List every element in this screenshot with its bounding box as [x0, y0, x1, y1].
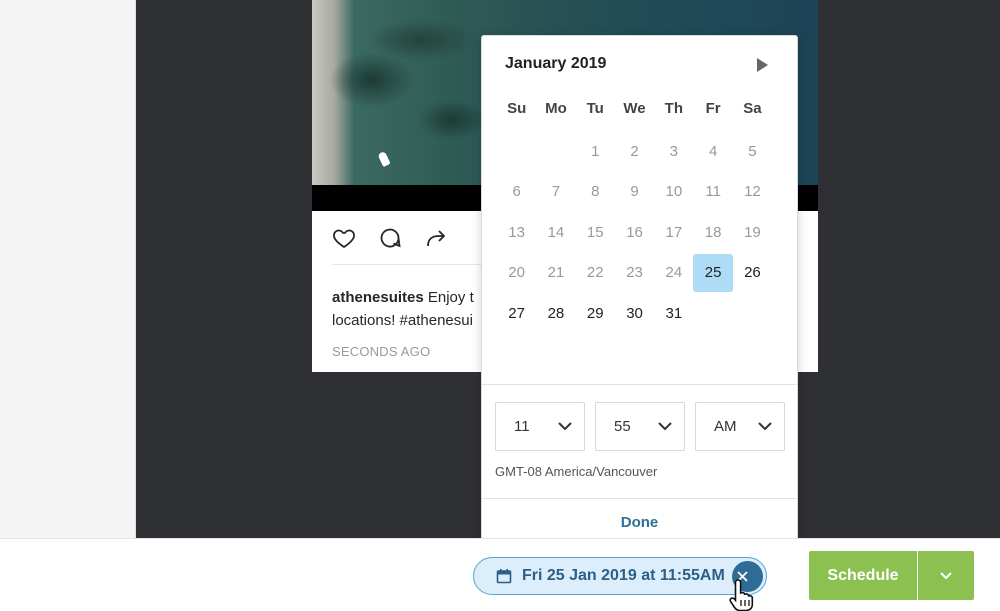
day-cell: 12	[744, 183, 761, 201]
picker-divider	[482, 498, 797, 499]
post-caption-line1: Enjoy t	[427, 289, 474, 306]
comment-icon[interactable]	[378, 226, 402, 255]
weekday-label: Mo	[545, 100, 567, 117]
day-cell: 11	[705, 183, 721, 201]
scheduled-date-chip[interactable]: Fri 25 Jan 2019 at 11:55AM	[473, 557, 767, 595]
hand-cursor-icon	[729, 579, 754, 611]
day-cell: 6	[512, 183, 521, 201]
weekday-label: We	[623, 100, 646, 117]
day-cell[interactable]: 30	[615, 293, 654, 334]
day-cell: 22	[586, 264, 604, 282]
ampm-value: AM	[714, 418, 737, 435]
post-username[interactable]: athenesuites	[332, 289, 424, 306]
post-actions	[332, 226, 448, 255]
left-panel	[0, 0, 136, 538]
heart-icon[interactable]	[332, 226, 356, 255]
picker-month-label: January 2019	[505, 55, 607, 72]
day-cell: 4	[708, 142, 718, 160]
weekday-header: Su Mo Tu We Th Fr Sa	[497, 100, 772, 117]
day-grid: 1 2 3 4 5 6 7 8 9 10 11 12 13 14 15 16 17 18 19 20 21 22 23 24 2…	[497, 131, 772, 334]
date-picker: January 2019 Su Mo Tu We Th Fr Sa 1 2 3 4 5 6 7 8 9 10 1…	[481, 35, 798, 548]
day-cell[interactable]: 31	[654, 293, 693, 334]
minute-value: 55	[614, 418, 631, 435]
day-cell: 2	[630, 142, 639, 160]
day-cell: 18	[704, 223, 722, 241]
post-caption: athenesuites Enjoy t locations! #athenes…	[332, 286, 492, 332]
hour-select[interactable]: 11	[495, 402, 585, 451]
weekday-label: Tu	[586, 100, 604, 117]
day-cell: 9	[630, 183, 639, 201]
chevron-down-icon	[758, 422, 772, 431]
share-icon[interactable]	[424, 226, 448, 255]
weekday-label: Th	[664, 100, 683, 117]
day-cell: 14	[547, 223, 565, 241]
day-cell[interactable]: 25	[693, 253, 733, 292]
day-cell[interactable]: 27	[497, 293, 536, 334]
done-button[interactable]: Done	[482, 514, 797, 531]
day-cell: 20	[508, 264, 525, 282]
weekday-label: Sa	[743, 100, 762, 117]
time-selects: 11 55 AM	[495, 402, 785, 451]
chevron-down-icon	[940, 571, 952, 579]
day-cell: 24	[665, 264, 683, 282]
day-cell: 8	[591, 183, 600, 201]
day-cell: 1	[591, 142, 600, 160]
schedule-options-button[interactable]	[918, 551, 974, 600]
day-cell: 23	[626, 264, 643, 282]
hour-value: 11	[514, 418, 530, 435]
post-caption-line2: locations! #athenesui	[332, 312, 473, 329]
chevron-down-icon	[558, 422, 572, 431]
day-cell: 19	[744, 223, 761, 241]
day-cell: 15	[586, 223, 604, 241]
day-cell-empty	[497, 131, 536, 172]
calendar-icon	[496, 569, 512, 584]
day-cell[interactable]: 29	[576, 293, 615, 334]
day-cell: 13	[508, 223, 525, 241]
day-cell: 5	[748, 142, 757, 160]
day-cell[interactable]: 26	[733, 253, 772, 294]
ampm-select[interactable]: AM	[695, 402, 785, 451]
day-cell: 10	[665, 183, 683, 201]
day-cell: 16	[626, 223, 643, 241]
schedule-button[interactable]: Schedule	[809, 551, 917, 600]
day-cell: 17	[665, 223, 683, 241]
weekday-label: Su	[507, 100, 527, 117]
timezone-label: GMT-08 America/Vancouver	[495, 464, 658, 479]
boat-shape	[377, 150, 391, 168]
post-divider	[332, 264, 502, 265]
day-cell: 3	[669, 142, 678, 160]
day-cell: 21	[547, 264, 565, 282]
post-timestamp: SECONDS AGO	[332, 344, 431, 359]
day-cell-empty	[536, 131, 575, 172]
next-month-arrow-icon[interactable]	[757, 58, 768, 72]
minute-select[interactable]: 55	[595, 402, 685, 451]
scheduled-date-text: Fri 25 Jan 2019 at 11:55AM	[522, 567, 725, 584]
chevron-down-icon	[658, 422, 672, 431]
day-cell[interactable]: 28	[536, 293, 575, 334]
weekday-label: Fr	[705, 100, 721, 117]
day-cell: 7	[551, 183, 561, 201]
picker-divider	[482, 384, 797, 385]
